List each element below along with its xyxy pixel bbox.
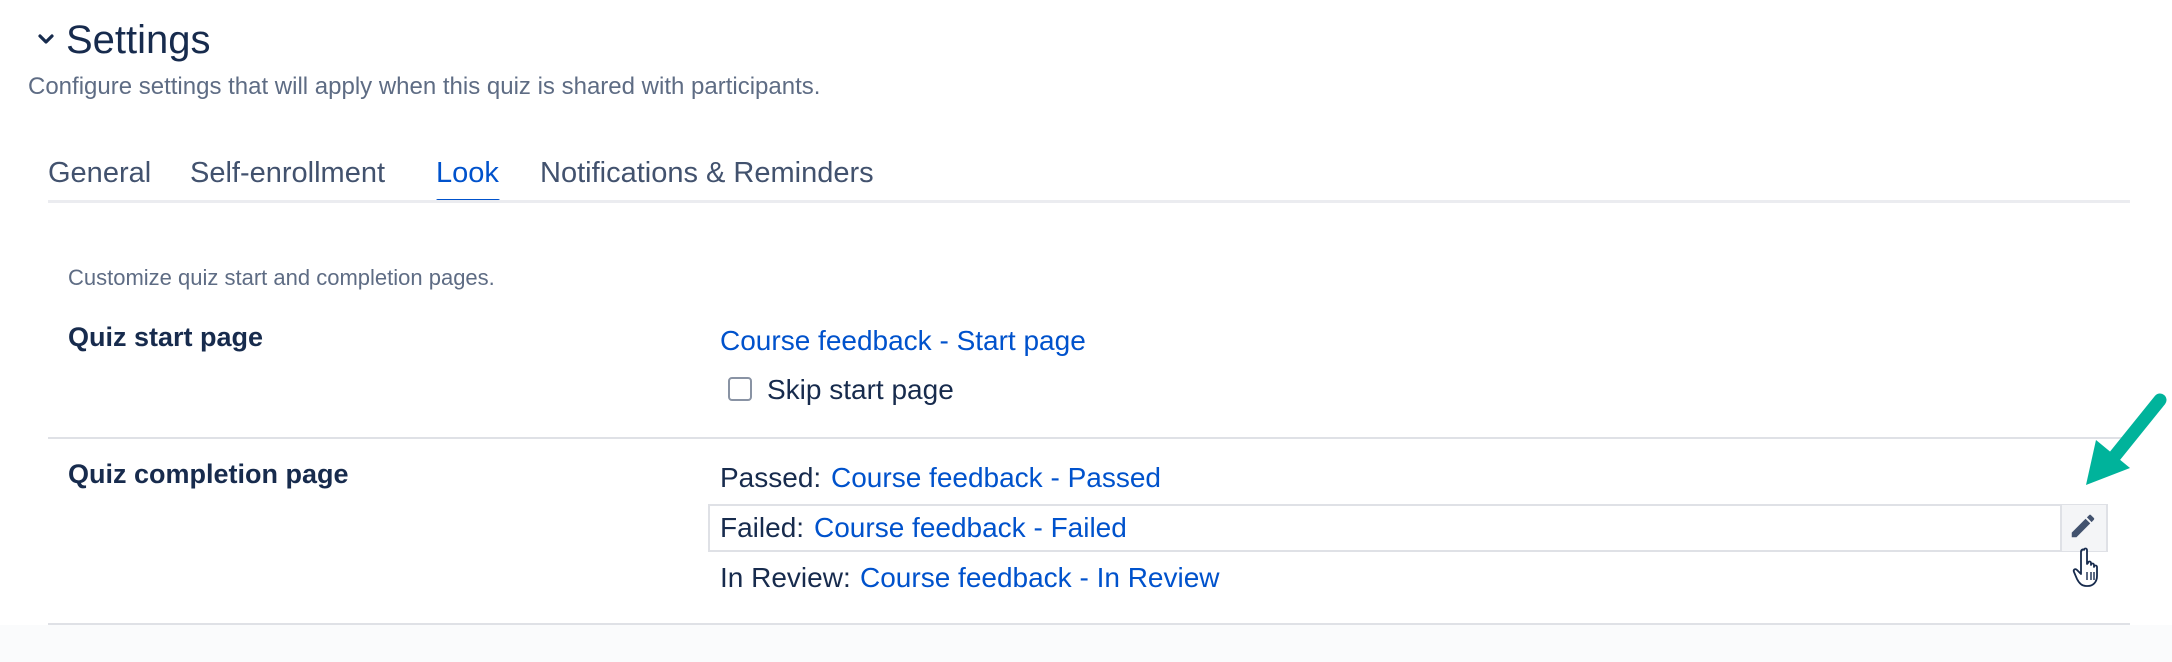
tab-look[interactable]: Look <box>436 150 499 196</box>
start-page-link[interactable]: Course feedback - Start page <box>720 321 1086 361</box>
edit-failed-page-button[interactable] <box>2060 505 2106 551</box>
failed-page-link[interactable]: Course feedback - Failed <box>814 508 1127 548</box>
pencil-icon <box>2071 514 2095 538</box>
page-subtitle: Configure settings that will apply when … <box>28 73 821 100</box>
tab-notifications-reminders[interactable]: Notifications & Reminders <box>540 150 874 196</box>
tab-divider <box>48 200 2130 203</box>
row-divider <box>48 437 2130 439</box>
in-review-page-link[interactable]: Course feedback - In Review <box>860 558 1220 598</box>
tab-general[interactable]: General <box>48 150 151 196</box>
skip-start-page-label[interactable]: Skip start page <box>767 370 954 410</box>
page-title: Settings <box>66 18 211 62</box>
quiz-completion-page-label: Quiz completion page <box>68 459 349 489</box>
quiz-start-page-label: Quiz start page <box>68 322 264 352</box>
skip-start-page-checkbox[interactable] <box>728 377 752 401</box>
tab-bar: General Self-enrollment Look Notificatio… <box>48 150 2130 204</box>
passed-page-link[interactable]: Course feedback - Passed <box>831 458 1161 498</box>
chevron-down-icon[interactable] <box>36 30 56 50</box>
annotation-arrow-icon <box>2086 393 2167 485</box>
failed-prefix: Failed: <box>720 512 805 543</box>
in-review-prefix: In Review: <box>720 562 851 593</box>
passed-prefix: Passed: <box>720 462 822 493</box>
tab-self-enrollment[interactable]: Self-enrollment <box>190 150 385 196</box>
look-description: Customize quiz start and completion page… <box>68 265 495 290</box>
hand-cursor-icon <box>2072 547 2098 587</box>
page-footer-area <box>0 625 2172 662</box>
